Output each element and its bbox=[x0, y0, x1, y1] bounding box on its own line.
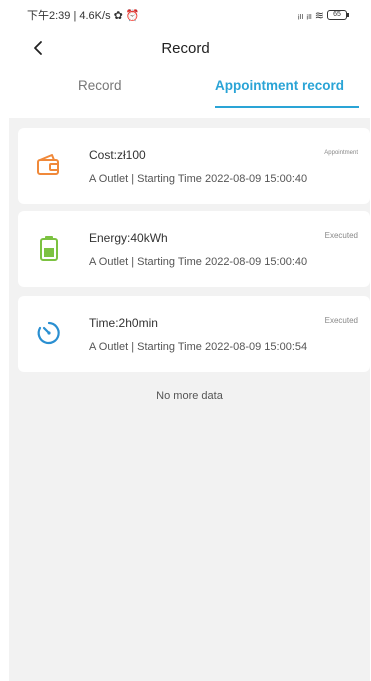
record-subtitle: A Outlet | Starting Time 2022-08-09 15:0… bbox=[89, 173, 308, 185]
record-subtitle: A Outlet | Starting Time 2022-08-09 15:0… bbox=[89, 341, 308, 353]
battery-icon bbox=[40, 236, 58, 261]
record-status: Executed bbox=[324, 231, 358, 240]
tab-appointment-record[interactable]: Appointment record bbox=[215, 78, 344, 93]
record-card[interactable]: Cost:zł100 A Outlet | Starting Time 2022… bbox=[18, 128, 370, 204]
active-tab-indicator bbox=[215, 106, 359, 108]
tab-bar: Record Appointment record bbox=[0, 78, 371, 110]
status-bar: 下午2:39 | 4.6K/s ✿ ⏰ ᵢₗₗ ᵢₗₗ ≋ 65 bbox=[0, 0, 371, 30]
wallet-icon bbox=[37, 154, 59, 175]
battery-status-icon: 65 bbox=[327, 10, 349, 20]
record-subtitle: A Outlet | Starting Time 2022-08-09 15:0… bbox=[89, 256, 308, 268]
timer-icon bbox=[37, 321, 60, 345]
record-card[interactable]: Time:2h0min A Outlet | Starting Time 202… bbox=[18, 296, 370, 372]
back-button[interactable] bbox=[26, 36, 50, 60]
record-title: Energy:40kWh bbox=[89, 231, 168, 245]
signal-icon: ᵢₗₗ ᵢₗₗ ≋ bbox=[297, 9, 324, 22]
record-title: Cost:zł100 bbox=[89, 148, 146, 162]
record-title: Time:2h0min bbox=[89, 316, 158, 330]
record-list: Cost:zł100 A Outlet | Starting Time 2022… bbox=[9, 118, 370, 681]
tab-record[interactable]: Record bbox=[78, 78, 122, 93]
top-nav: Record bbox=[0, 34, 371, 62]
page-title: Record bbox=[161, 39, 210, 57]
chevron-left-icon bbox=[34, 41, 42, 55]
record-status: Appointment bbox=[324, 150, 358, 156]
status-time: 下午2:39 | 4.6K/s ✿ ⏰ bbox=[27, 10, 140, 22]
no-more-data-label: No more data bbox=[156, 390, 223, 402]
record-status: Executed bbox=[324, 316, 358, 325]
status-icons: ᵢₗₗ ᵢₗₗ ≋ 65 bbox=[297, 9, 349, 22]
record-card[interactable]: Energy:40kWh A Outlet | Starting Time 20… bbox=[18, 211, 370, 287]
